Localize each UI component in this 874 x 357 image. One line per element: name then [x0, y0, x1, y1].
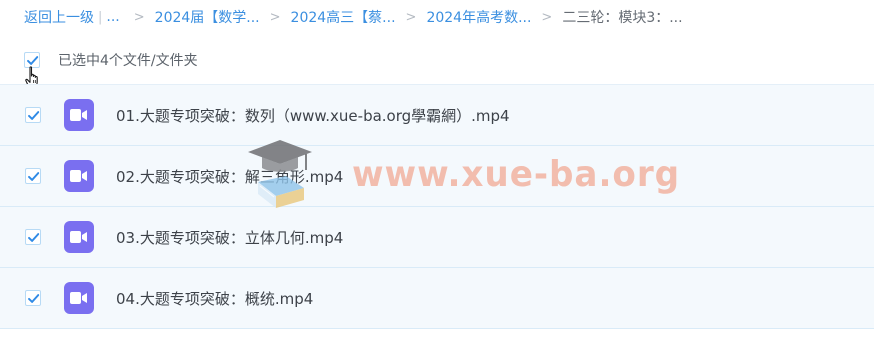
video-file-icon [64, 221, 94, 253]
file-checkbox[interactable] [25, 290, 41, 306]
video-file-icon [64, 160, 94, 192]
file-list: 01.大题专项突破：数列（www.xue-ba.org學霸網）.mp4 02.大… [0, 84, 874, 329]
file-checkbox[interactable] [25, 168, 41, 184]
breadcrumb-divider: | [98, 9, 103, 25]
checkmark-icon [27, 232, 39, 242]
breadcrumb-item[interactable]: 2024届【数学... [155, 7, 260, 27]
video-file-icon [64, 99, 94, 131]
file-checkbox[interactable] [25, 107, 41, 123]
video-file-icon [64, 282, 94, 314]
breadcrumb-separator: > [405, 9, 417, 25]
breadcrumb-separator: > [269, 9, 281, 25]
file-name[interactable]: 03.大题专项突破：立体几何.mp4 [116, 227, 343, 248]
file-row[interactable]: 04.大题专项突破：概统.mp4 [0, 268, 874, 329]
file-name[interactable]: 02.大题专项突破：解三角形.mp4 [116, 166, 343, 187]
back-link[interactable]: 返回上一级 [24, 7, 94, 27]
checkmark-icon [27, 293, 39, 303]
file-row[interactable]: 03.大题专项突破：立体几何.mp4 [0, 207, 874, 268]
file-name[interactable]: 04.大题专项突破：概统.mp4 [116, 288, 313, 309]
selection-count-label: 已选中4个文件/文件夹 [58, 53, 198, 69]
breadcrumb-separator: > [133, 9, 145, 25]
checkmark-icon [27, 110, 39, 120]
checkmark-icon [26, 55, 38, 65]
breadcrumb-item[interactable]: 2024高三【蔡... [291, 7, 396, 27]
file-row[interactable]: 01.大题专项突破：数列（www.xue-ba.org學霸網）.mp4 [0, 84, 874, 146]
checkmark-icon [27, 171, 39, 181]
breadcrumb-ellipsis[interactable]: ... [106, 9, 119, 25]
breadcrumb-item[interactable]: 2024年高考数... [426, 7, 531, 27]
breadcrumb: 返回上一级 | ... > 2024届【数学... > 2024高三【蔡... … [24, 6, 683, 28]
file-name[interactable]: 01.大题专项突破：数列（www.xue-ba.org學霸網）.mp4 [116, 105, 510, 126]
selection-bar: 已选中4个文件/文件夹 [24, 48, 198, 72]
breadcrumb-separator: > [541, 9, 553, 25]
file-checkbox[interactable] [25, 229, 41, 245]
breadcrumb-current: 二三轮：模块3：... [562, 10, 683, 26]
file-row[interactable]: 02.大题专项突破：解三角形.mp4 [0, 146, 874, 207]
